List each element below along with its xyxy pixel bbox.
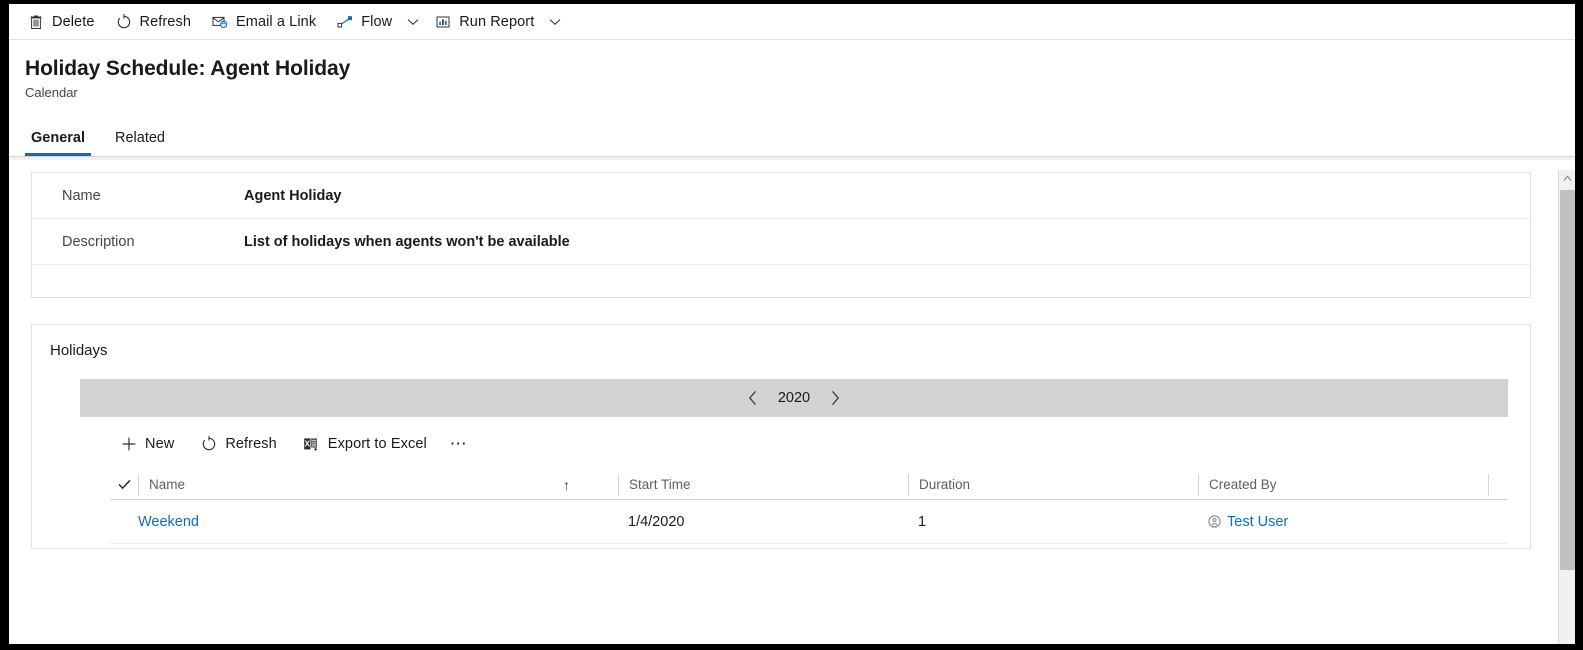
flow-icon <box>336 13 354 31</box>
field-name-value[interactable]: Agent Holiday <box>244 188 341 204</box>
column-header-duration[interactable]: Duration <box>908 473 1198 496</box>
current-year-label: 2020 <box>777 390 811 406</box>
run-report-label: Run Report <box>459 13 535 30</box>
flow-button[interactable]: Flow <box>326 5 402 39</box>
previous-year-button[interactable] <box>743 386 763 410</box>
flow-label: Flow <box>361 13 393 30</box>
email-a-link-button[interactable]: Email a Link <box>201 5 326 39</box>
vertical-scrollbar[interactable] <box>1558 170 1575 644</box>
field-description-label: Description <box>62 233 135 250</box>
cell-created-by: Test User <box>1198 500 1488 544</box>
year-navigator: 2020 <box>743 386 845 410</box>
column-header-created-by-label: Created By <box>1209 477 1277 492</box>
more-commands-button[interactable]: ⋯ <box>443 429 475 459</box>
record-header: Holiday Schedule: Agent Holiday Calendar… <box>9 40 1575 156</box>
subgrid-command-bar: New Refresh X Export to Excel ⋯ <box>32 417 1530 469</box>
column-header-start-time-label: Start Time <box>629 477 691 492</box>
field-description-row: Description List of holidays when agents… <box>32 219 1530 265</box>
holidays-grid: Name ↑ Start Time Duration Created By We… <box>110 469 1508 544</box>
delete-button[interactable]: Delete <box>17 5 105 39</box>
tab-general[interactable]: General <box>25 130 91 156</box>
column-header-created-by[interactable]: Created By <box>1198 473 1488 496</box>
holiday-name-link[interactable]: Weekend <box>138 514 199 530</box>
holidays-subgrid: Holidays 2020 New Refresh X Export to Ex… <box>31 324 1531 549</box>
report-icon <box>434 13 452 31</box>
year-navigator-bar: 2020 <box>80 379 1508 417</box>
subgrid-refresh-button[interactable]: Refresh <box>190 429 286 459</box>
general-section: Name Agent Holiday Description List of h… <box>31 172 1531 298</box>
scrollbar-thumb[interactable] <box>1560 190 1575 570</box>
column-header-end-divider <box>1488 473 1498 496</box>
flow-chevron-down-icon[interactable] <box>402 7 424 37</box>
select-all-checkbox[interactable] <box>110 479 138 490</box>
cell-start-time: 1/4/2020 <box>628 513 685 530</box>
table-row[interactable]: Weekend 1/4/2020 1 Test User <box>110 500 1508 544</box>
tab-related[interactable]: Related <box>109 130 171 156</box>
form-canvas: Name Agent Holiday Description List of h… <box>9 160 1575 632</box>
run-report-chevron-down-icon[interactable] <box>544 7 566 37</box>
cell-duration: 1 <box>918 513 927 530</box>
record-form-page: Delete Refresh Email a Link Flow Run Rep… <box>9 4 1575 644</box>
column-header-duration-label: Duration <box>919 477 971 492</box>
export-to-excel-label: Export to Excel <box>327 436 427 452</box>
column-header-name[interactable]: Name ↑ <box>138 473 618 496</box>
email-a-link-label: Email a Link <box>236 13 317 30</box>
command-bar: Delete Refresh Email a Link Flow Run Rep… <box>9 4 1575 40</box>
field-description-value[interactable]: List of holidays when agents won't be av… <box>244 234 570 250</box>
row-end-divider <box>1488 511 1498 533</box>
holidays-title: Holidays <box>50 342 108 359</box>
email-link-icon <box>211 13 229 31</box>
svg-text:X: X <box>305 439 311 448</box>
trash-icon <box>27 13 45 31</box>
export-to-excel-button[interactable]: X Export to Excel <box>293 429 437 459</box>
refresh-button[interactable]: Refresh <box>105 5 201 39</box>
new-label: New <box>145 436 175 452</box>
refresh-icon <box>200 435 218 453</box>
tab-related-label: Related <box>115 130 165 146</box>
entity-subtitle: Calendar <box>25 85 78 100</box>
field-name-row: Name Agent Holiday <box>32 173 1530 219</box>
page-title: Holiday Schedule: Agent Holiday <box>25 57 351 80</box>
tab-general-label: General <box>31 130 85 146</box>
created-by-link[interactable]: Test User <box>1227 514 1288 530</box>
excel-icon: X <box>303 435 321 453</box>
column-header-name-label: Name <box>149 477 186 492</box>
subgrid-refresh-label: Refresh <box>225 436 277 452</box>
new-button[interactable]: New <box>110 429 184 459</box>
run-report-button[interactable]: Run Report <box>424 5 544 39</box>
refresh-label: Refresh <box>139 13 191 30</box>
sort-ascending-icon: ↑ <box>563 476 570 493</box>
scroll-up-button[interactable] <box>1559 170 1575 187</box>
grid-header-row: Name ↑ Start Time Duration Created By <box>110 470 1508 500</box>
refresh-icon <box>115 13 133 31</box>
next-year-button[interactable] <box>825 386 845 410</box>
field-name-label: Name <box>62 187 101 204</box>
scrollbar-track[interactable] <box>1560 573 1575 644</box>
plus-icon <box>120 435 138 453</box>
column-header-start-time[interactable]: Start Time <box>618 473 908 496</box>
delete-label: Delete <box>52 13 95 30</box>
contact-icon <box>1208 515 1221 528</box>
form-tabs: General Related <box>25 118 1575 156</box>
cell-name: Weekend <box>138 500 618 544</box>
